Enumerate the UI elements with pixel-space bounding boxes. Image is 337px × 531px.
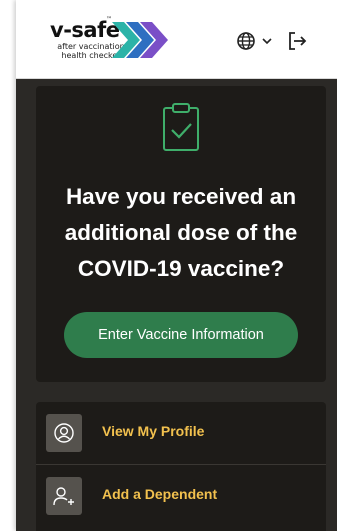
profile-icon-tile xyxy=(46,414,82,452)
profile-icon xyxy=(54,423,74,443)
additional-dose-card: Have you received an additional dose of … xyxy=(36,86,326,382)
menu-item-add-dependent[interactable]: Add a Dependent xyxy=(36,465,326,527)
dose-question: Have you received an additional dose of … xyxy=(64,184,298,281)
add-person-icon-tile xyxy=(46,477,82,515)
clipboard-check-icon xyxy=(163,103,199,151)
enter-vaccine-info-button[interactable]: Enter Vaccine Information xyxy=(64,312,298,358)
menu-item-view-profile[interactable]: View My Profile xyxy=(36,402,326,465)
app-frame: v-safe ™ after vaccination health checke… xyxy=(16,0,337,531)
menu-item-label: View My Profile xyxy=(102,423,205,439)
logout-icon xyxy=(289,32,307,50)
logo-chevrons-icon xyxy=(112,22,168,58)
page-margin xyxy=(0,0,16,531)
chevron-down-icon xyxy=(262,38,272,45)
logout-button[interactable] xyxy=(286,30,308,52)
add-person-icon xyxy=(53,487,74,506)
menu-item-label: Add a Dependent xyxy=(102,486,218,502)
account-menu: View My Profile Add a Dependent xyxy=(36,402,326,531)
globe-icon xyxy=(237,32,255,50)
language-selector[interactable] xyxy=(236,28,276,54)
app-header: v-safe ™ after vaccination health checke… xyxy=(16,0,337,79)
vsafe-logo[interactable]: v-safe ™ after vaccination health checke… xyxy=(44,14,184,66)
